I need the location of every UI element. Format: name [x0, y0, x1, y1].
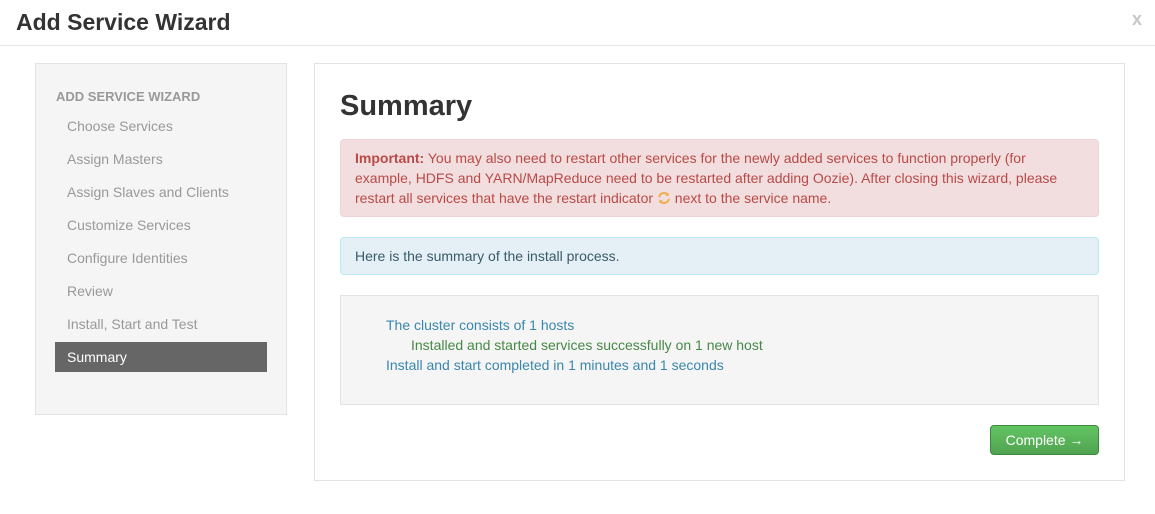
sidebar-heading: ADD SERVICE WIZARD — [56, 89, 201, 104]
info-alert: Here is the summary of the install proce… — [340, 237, 1099, 275]
important-label: Important: — [355, 150, 425, 166]
summary-cluster-hosts: The cluster consists of 1 hosts — [386, 317, 575, 333]
sidebar-item-review[interactable]: Review — [55, 276, 267, 306]
add-service-wizard-modal: Add Service Wizard x ADD SERVICE WIZARD … — [0, 0, 1155, 514]
wizard-content: Summary Important: You may also need to … — [314, 63, 1125, 481]
page-title: Summary — [340, 90, 473, 122]
install-summary: The cluster consists of 1 hosts Installe… — [340, 295, 1099, 405]
modal-title: Add Service Wizard — [16, 9, 231, 35]
sidebar-item-install-start-test[interactable]: Install, Start and Test — [55, 309, 267, 339]
summary-completion-time: Install and start completed in 1 minutes… — [386, 357, 724, 373]
summary-install-success: Installed and started services successfu… — [411, 337, 763, 353]
important-alert: Important: You may also need to restart … — [340, 139, 1099, 217]
wizard-sidebar: ADD SERVICE WIZARD Choose Services Assig… — [35, 63, 287, 415]
modal-header: Add Service Wizard x — [0, 0, 1155, 46]
sidebar-item-choose-services[interactable]: Choose Services — [55, 111, 267, 141]
sidebar-item-customize-services[interactable]: Customize Services — [55, 210, 267, 240]
refresh-icon — [657, 190, 671, 204]
close-icon[interactable]: x — [1132, 9, 1142, 29]
complete-button[interactable]: Complete → — [990, 425, 1099, 455]
wizard-steps-list: Choose Services Assign Masters Assign Sl… — [55, 111, 267, 375]
sidebar-item-configure-identities[interactable]: Configure Identities — [55, 243, 267, 273]
important-text-end: next to the service name. — [670, 190, 832, 206]
sidebar-item-summary[interactable]: Summary — [55, 342, 267, 372]
sidebar-item-assign-slaves-and-clients[interactable]: Assign Slaves and Clients — [55, 177, 267, 207]
sidebar-item-assign-masters[interactable]: Assign Masters — [55, 144, 267, 174]
